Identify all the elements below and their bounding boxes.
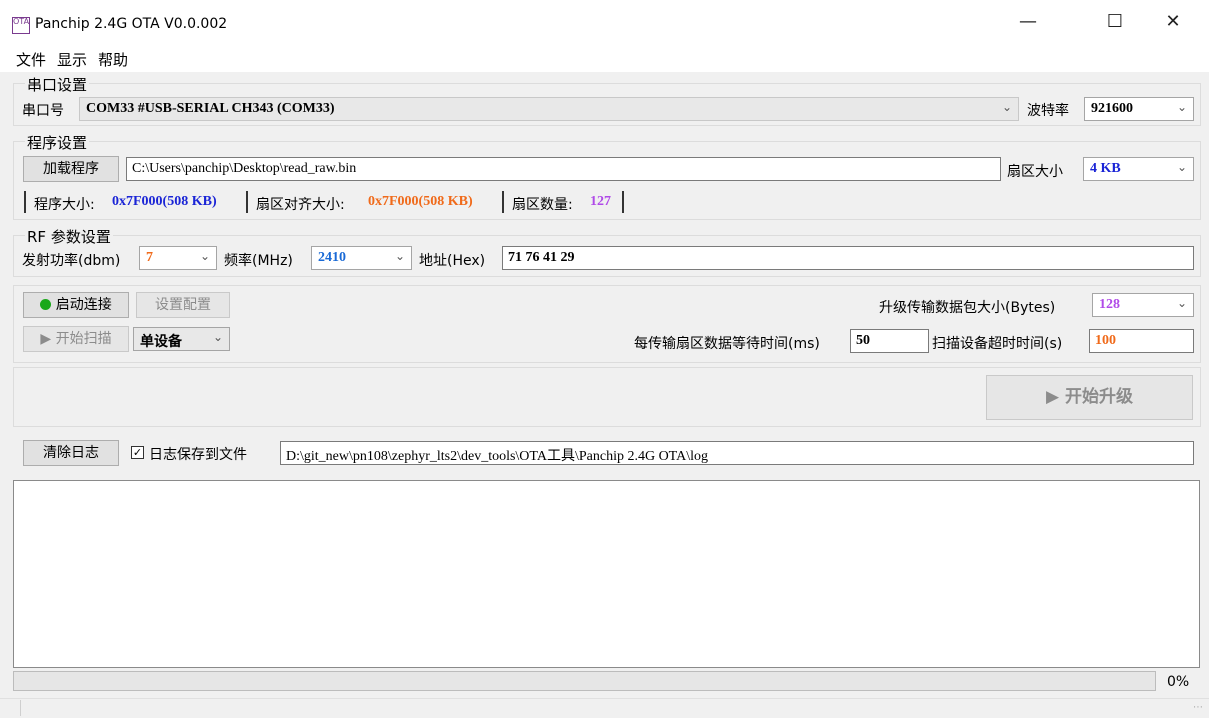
- packet-size-label: 升级传输数据包大小(Bytes): [879, 300, 1056, 316]
- load-program-button[interactable]: 加载程序: [23, 156, 119, 182]
- menu-help[interactable]: 帮助: [98, 49, 128, 70]
- menu-view[interactable]: 显示: [57, 49, 87, 70]
- save-log-checkbox[interactable]: ✓: [131, 446, 144, 459]
- serial-settings-title: 串口设置: [25, 74, 90, 95]
- status-bar: [0, 698, 1209, 718]
- resize-grip-icon[interactable]: ⋯: [1193, 702, 1203, 713]
- address-field[interactable]: 71 76 41 29: [502, 246, 1194, 270]
- port-select[interactable]: COM33 #USB-SERIAL CH343 (COM33) ⌄: [79, 97, 1019, 121]
- maximize-icon: ☐: [1106, 11, 1124, 32]
- play-icon: ▶: [1046, 387, 1060, 407]
- separator: [246, 191, 248, 213]
- minimize-icon: —: [1019, 11, 1037, 32]
- tx-power-select[interactable]: 7 ⌄: [139, 246, 217, 270]
- aligned-size-value: 0x7F000(508 KB): [368, 194, 473, 209]
- upgrade-progress-bar: [13, 671, 1156, 691]
- log-output[interactable]: [13, 480, 1200, 668]
- separator: [24, 191, 26, 213]
- scan-timeout-label: 扫描设备超时时间(s): [932, 336, 1063, 352]
- close-icon: ✕: [1165, 11, 1181, 32]
- baud-label: 波特率: [1027, 103, 1069, 119]
- maximize-button[interactable]: ☐: [1092, 0, 1138, 44]
- frequency-label: 频率(MHz): [224, 253, 293, 269]
- status-separator: [20, 700, 21, 716]
- start-scan-button[interactable]: ▶ 开始扫描: [23, 326, 129, 352]
- set-config-button[interactable]: 设置配置: [136, 292, 230, 318]
- window-title: Panchip 2.4G OTA V0.0.002: [35, 16, 228, 32]
- address-label: 地址(Hex): [419, 253, 486, 269]
- save-log-label: 日志保存到文件: [149, 447, 247, 463]
- menu-file[interactable]: 文件: [16, 49, 46, 70]
- chevron-down-icon: ⌄: [1001, 100, 1012, 114]
- packet-size-select[interactable]: 128 ⌄: [1092, 293, 1194, 317]
- status-dot-icon: [40, 299, 52, 310]
- tx-power-label: 发射功率(dbm): [22, 253, 121, 269]
- chevron-down-icon: ⌄: [1176, 100, 1187, 114]
- play-icon: ▶: [40, 331, 52, 347]
- progress-percent: 0%: [1167, 674, 1190, 690]
- chevron-down-icon: ⌄: [212, 330, 223, 344]
- wait-time-field[interactable]: 50: [850, 329, 929, 353]
- separator: [502, 191, 504, 213]
- sector-count-label: 扇区数量:: [512, 197, 573, 213]
- log-path-field[interactable]: D:\git_new\pn108\zephyr_lts2\dev_tools\O…: [280, 441, 1194, 465]
- sector-count-value: 127: [590, 194, 611, 209]
- separator: [622, 191, 624, 213]
- aligned-size-label: 扇区对齐大小:: [256, 197, 345, 213]
- start-upgrade-button[interactable]: ▶ 开始升级: [986, 375, 1193, 420]
- scan-timeout-field[interactable]: 100: [1089, 329, 1194, 353]
- wait-time-label: 每传输扇区数据等待时间(ms): [634, 336, 820, 352]
- close-button[interactable]: ✕: [1150, 0, 1196, 44]
- clear-log-button[interactable]: 清除日志: [23, 440, 119, 466]
- program-path-field[interactable]: C:\Users\panchip\Desktop\read_raw.bin: [126, 157, 1001, 181]
- rf-settings-title: RF 参数设置: [25, 226, 113, 247]
- baud-select[interactable]: 921600 ⌄: [1084, 97, 1194, 121]
- program-settings-title: 程序设置: [25, 132, 90, 153]
- frequency-select[interactable]: 2410 ⌄: [311, 246, 412, 270]
- chevron-down-icon: ⌄: [1176, 160, 1187, 174]
- device-mode-select[interactable]: 单设备 ⌄: [133, 327, 230, 351]
- chevron-down-icon: ⌄: [394, 249, 405, 263]
- program-size-label: 程序大小:: [34, 197, 95, 213]
- port-label: 串口号: [22, 103, 64, 119]
- checkmark-icon: ✓: [132, 446, 143, 459]
- sector-size-select[interactable]: 4 KB ⌄: [1083, 157, 1194, 181]
- program-size-value: 0x7F000(508 KB): [112, 194, 217, 209]
- sector-size-label: 扇区大小: [1007, 164, 1063, 180]
- chevron-down-icon: ⌄: [199, 249, 210, 263]
- minimize-button[interactable]: —: [1005, 0, 1051, 44]
- chevron-down-icon: ⌄: [1176, 296, 1187, 310]
- start-connect-button[interactable]: 启动连接: [23, 292, 129, 318]
- menu-bar: [0, 44, 1209, 72]
- app-logo-icon: OTA: [12, 17, 30, 34]
